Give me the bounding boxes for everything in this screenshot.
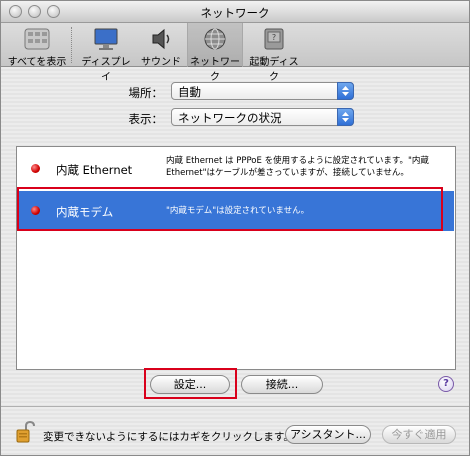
toolbar-show-all[interactable]: すべてを表示 <box>5 23 69 68</box>
location-value: 自動 <box>178 85 201 99</box>
apple-icon <box>24 28 50 50</box>
help-button[interactable]: ? <box>438 376 454 392</box>
toolbar-startup-disk[interactable]: ? 起動ディスク <box>245 23 303 83</box>
title-bar: ネットワーク <box>1 1 469 23</box>
network-preferences-window: ネットワーク すべてを表示 ディスプレイ サウンド ネットワーク ? 起動ディス… <box>0 0 470 456</box>
disk-icon: ? <box>264 28 284 50</box>
location-label: 場所： <box>128 86 164 100</box>
status-red-icon <box>31 164 40 173</box>
annotation-highlight-frame <box>144 368 237 399</box>
list-item[interactable]: 内蔵 Ethernet 内蔵 Ethernet は PPPoE を使用するように… <box>18 149 454 189</box>
window-title: ネットワーク <box>200 6 270 20</box>
divider <box>1 406 469 407</box>
svg-text:?: ? <box>272 33 276 42</box>
show-popup[interactable]: ネットワークの状況 <box>171 108 354 126</box>
show-value: ネットワークの状況 <box>178 111 282 125</box>
connect-button[interactable]: 接続... <box>241 375 323 394</box>
toolbar-displays[interactable]: ディスプレイ <box>77 23 135 83</box>
apply-now-button[interactable]: 今すぐ適用 <box>382 425 456 444</box>
popup-arrows-icon <box>337 82 354 100</box>
toolbar-label: すべてを表示 <box>7 57 67 68</box>
toolbar-network[interactable]: ネットワーク <box>187 23 243 83</box>
toolbar: すべてを表示 ディスプレイ サウンド ネットワーク ? 起動ディスク <box>1 23 469 83</box>
toolbar-separator <box>71 27 72 63</box>
port-description: 内蔵 Ethernet は PPPoE を使用するように設定されています。"内蔵… <box>166 156 429 178</box>
lock-instruction: 変更できないようにするにはカギをクリックします。 <box>43 431 294 443</box>
network-port-list[interactable]: 内蔵 Ethernet 内蔵 Ethernet は PPPoE を使用するように… <box>16 146 456 370</box>
assistant-button[interactable]: アシスタント... <box>285 425 371 444</box>
toolbar-label: サウンド <box>141 57 181 68</box>
popup-arrows-icon <box>337 108 354 126</box>
port-name: 内蔵 Ethernet <box>56 163 133 177</box>
lock-icon[interactable] <box>15 421 35 445</box>
toolbar-sound[interactable]: サウンド <box>137 23 185 68</box>
display-icon <box>94 28 118 50</box>
network-globe-icon <box>204 28 226 50</box>
location-popup[interactable]: 自動 <box>171 82 354 100</box>
speaker-icon <box>152 28 170 50</box>
toolbar-label: ネットワーク <box>190 57 240 83</box>
toolbar-label: 起動ディスク <box>249 57 299 83</box>
show-label: 表示： <box>128 112 164 126</box>
toolbar-label: ディスプレイ <box>81 57 131 83</box>
annotation-highlight-frame <box>17 187 443 231</box>
